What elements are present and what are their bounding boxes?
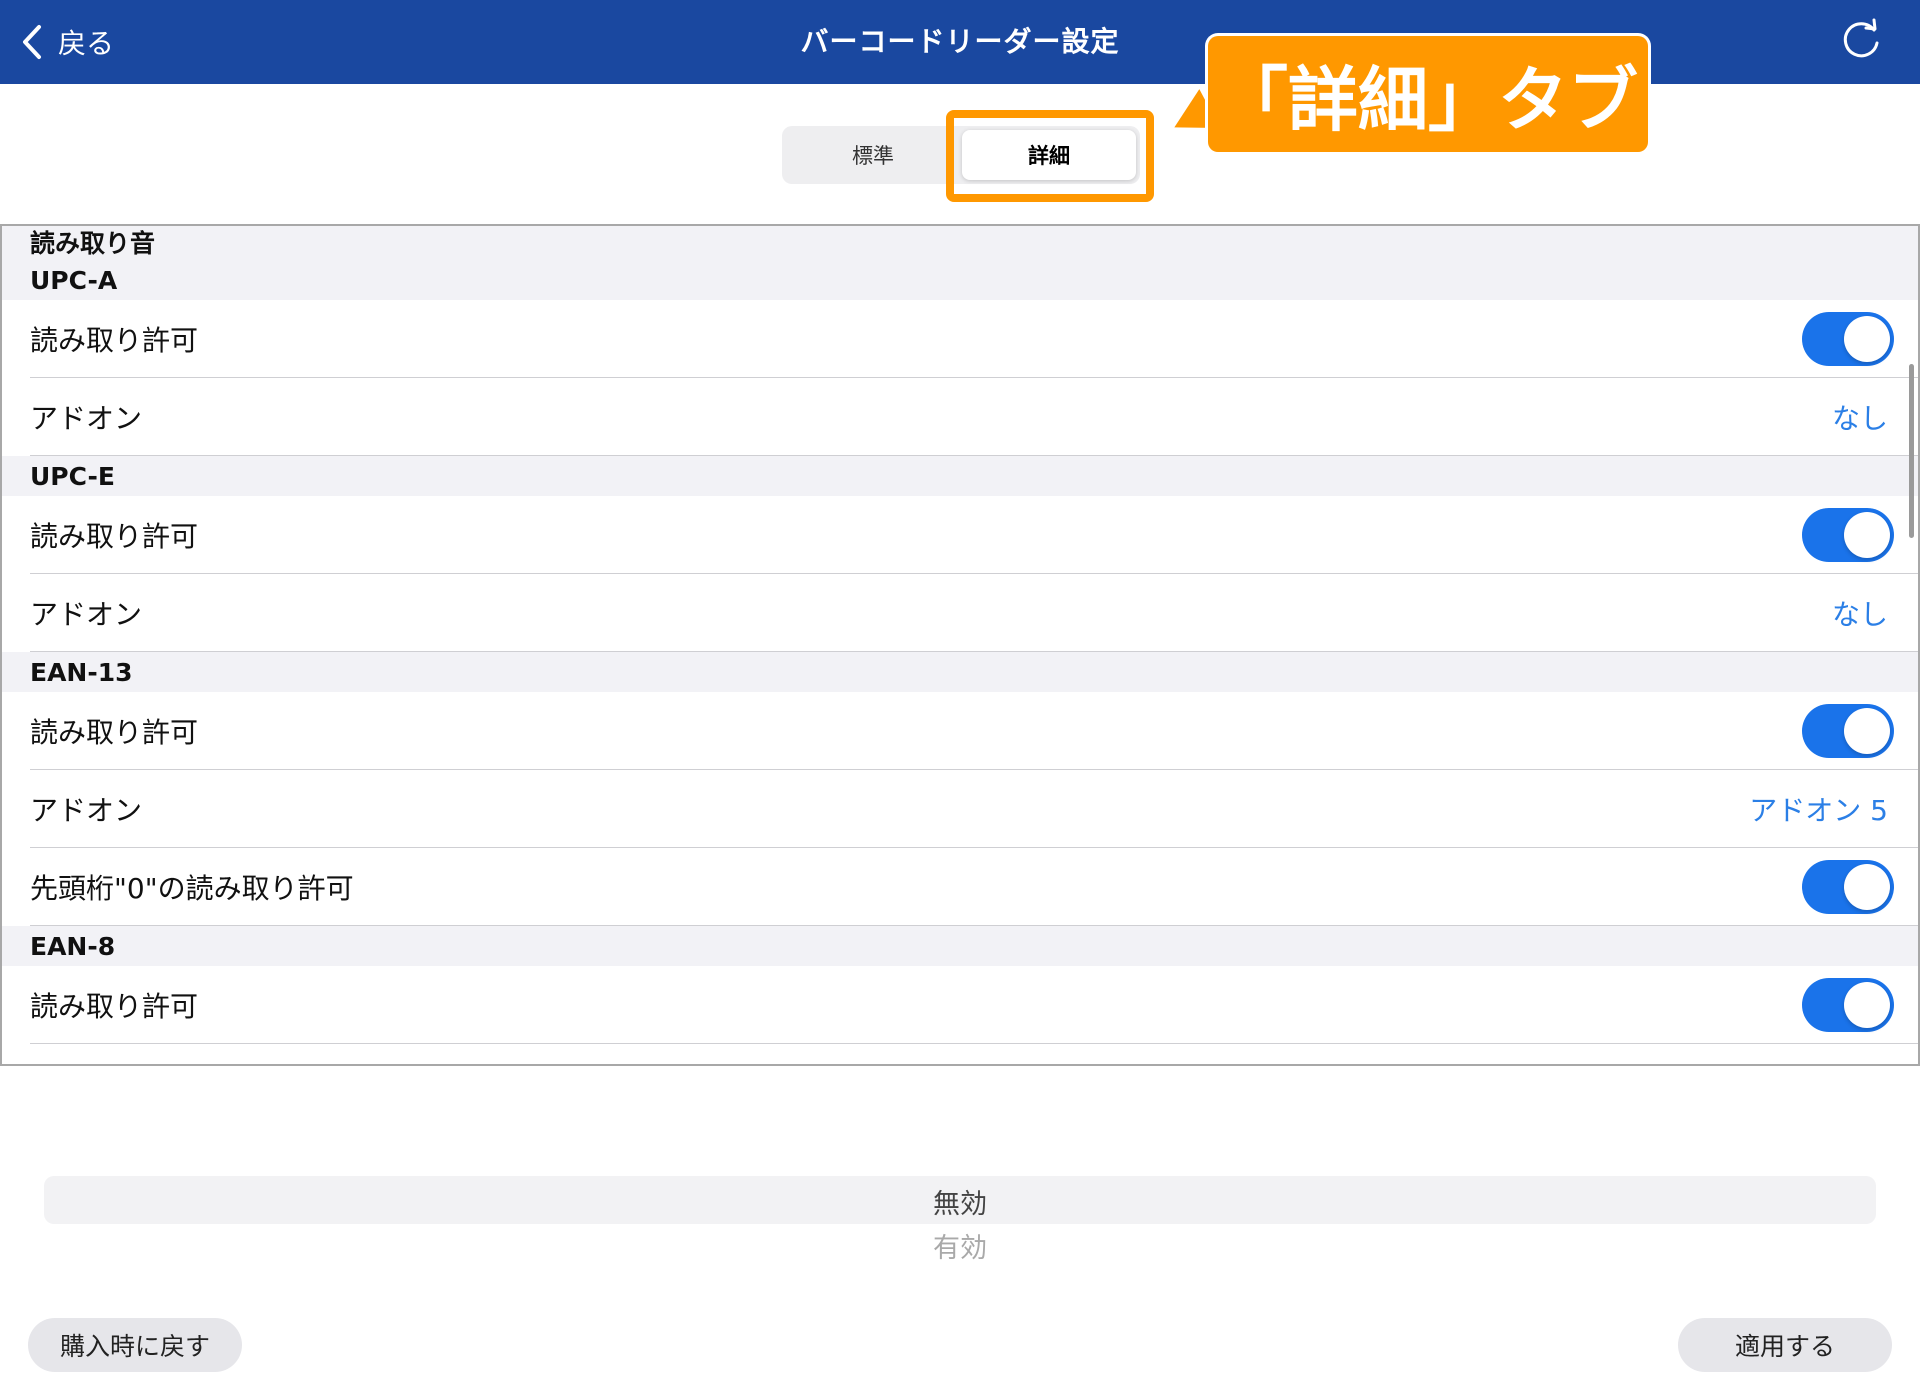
settings-list-content: 読み取り音 UPC-A 読み取り許可 アドオン なし UPC-E 読み取り許可 … <box>2 226 1918 1064</box>
read-permission-toggle[interactable] <box>1802 312 1894 366</box>
addon-value[interactable]: なし <box>1832 574 1888 652</box>
list-item-partial <box>2 1044 1918 1064</box>
list-item: 先頭桁"0"の読み取り許可 <box>2 848 1918 926</box>
list-item[interactable]: アドオン なし <box>2 574 1918 652</box>
detail-tab-highlight-frame <box>946 110 1154 202</box>
detail-tab-callout: 「詳細」タブ <box>1208 36 1648 152</box>
callout-text: 「詳細」タブ <box>1218 58 1638 141</box>
refresh-button[interactable] <box>1836 16 1886 66</box>
leading-zero-toggle[interactable] <box>1802 860 1894 914</box>
list-item: 読み取り許可 <box>2 496 1918 574</box>
refresh-icon <box>1843 18 1879 58</box>
toggle-knob <box>1844 316 1890 362</box>
addon-value[interactable]: アドオン 5 <box>1749 770 1888 848</box>
row-label: アドオン <box>30 598 143 631</box>
read-permission-toggle[interactable] <box>1802 704 1894 758</box>
reset-to-default-button[interactable]: 購入時に戻す <box>28 1318 242 1372</box>
tab-standard[interactable]: 標準 <box>786 130 960 180</box>
row-label: 読み取り許可 <box>30 520 199 553</box>
section-header-read-sound: 読み取り音 <box>2 226 1918 260</box>
section-header-upc-e: UPC-E <box>2 456 1918 496</box>
apply-button[interactable]: 適用する <box>1678 1318 1892 1372</box>
toggle-knob <box>1844 982 1890 1028</box>
row-label: アドオン <box>30 402 143 435</box>
section-header-ean-8: EAN-8 <box>2 926 1918 966</box>
row-label: アドオン <box>30 794 143 827</box>
picker-option[interactable]: 有効 <box>0 1226 1920 1265</box>
list-item: 読み取り許可 <box>2 966 1918 1044</box>
settings-list[interactable]: 読み取り音 UPC-A 読み取り許可 アドオン なし UPC-E 読み取り許可 … <box>0 224 1920 1066</box>
row-label: 読み取り許可 <box>30 990 199 1023</box>
list-item: 読み取り許可 <box>2 692 1918 770</box>
toggle-knob <box>1844 864 1890 910</box>
picker-selected-option[interactable]: 無効 <box>0 1182 1920 1221</box>
row-label: 読み取り許可 <box>30 716 199 749</box>
row-label: 先頭桁"0"の読み取り許可 <box>30 872 354 905</box>
read-permission-toggle[interactable] <box>1802 978 1894 1032</box>
scroll-indicator[interactable] <box>1909 364 1914 538</box>
list-item[interactable]: アドオン アドオン 5 <box>2 770 1918 848</box>
section-header-upc-a: UPC-A <box>2 260 1918 300</box>
addon-value[interactable]: なし <box>1832 378 1888 456</box>
list-item[interactable]: アドオン なし <box>2 378 1918 456</box>
toggle-knob <box>1844 512 1890 558</box>
toggle-knob <box>1844 708 1890 754</box>
section-header-ean-13: EAN-13 <box>2 652 1918 692</box>
read-permission-toggle[interactable] <box>1802 508 1894 562</box>
list-item: 読み取り許可 <box>2 300 1918 378</box>
row-label: 読み取り許可 <box>30 324 199 357</box>
